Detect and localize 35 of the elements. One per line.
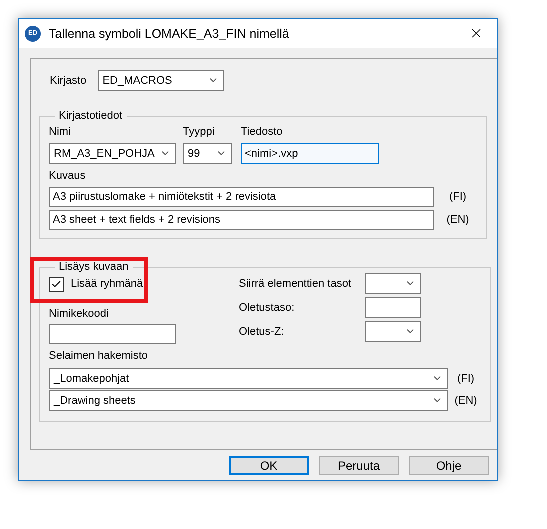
description-field[interactable]: A3 sheet + text fields + 2 revisions (49, 210, 434, 230)
window-title: Tallenna symboli LOMAKE_A3_FIN nimellä (49, 26, 290, 40)
field-label: Selaimen hakemisto (49, 350, 148, 362)
directory-dropdown[interactable]: _Drawing sheets (49, 390, 448, 411)
language-label: (FI) (456, 372, 476, 384)
setting-dropdown[interactable] (365, 321, 421, 342)
field-label: Nimikekoodi (49, 308, 109, 320)
field-label: Kirjasto (50, 74, 87, 86)
name-dropdown[interactable]: RM_A3_EN_POHJA (49, 143, 176, 164)
field-label: Oletus-Z: (239, 326, 286, 338)
dialog-button[interactable]: OK (229, 456, 309, 475)
dialog-button[interactable]: Peruuta (319, 456, 399, 475)
field-label: Tyyppi (183, 126, 216, 138)
group-title: Kirjastotiedot (58, 110, 124, 122)
setting-field[interactable] (365, 297, 421, 318)
setting-dropdown[interactable] (365, 273, 421, 294)
language-label: (EN) (454, 394, 478, 406)
checkbox[interactable] (49, 276, 64, 292)
directory-dropdown[interactable]: _Lomakepohjat (49, 368, 448, 389)
group-title: Lisäys kuvaan (58, 261, 130, 273)
field-label: Siirrä elementtien tasot (239, 278, 352, 290)
description-field[interactable]: A3 piirustuslomake + nimiötekstit + 2 revisiota (49, 187, 434, 207)
language-label: (EN) (446, 214, 470, 226)
field-label: Kuvaus (49, 170, 86, 182)
field-label: Oletustaso: (239, 302, 296, 314)
type-dropdown[interactable]: 99 (183, 143, 232, 164)
dialog-button[interactable]: Ohje (409, 456, 489, 475)
library-dropdown[interactable]: ED_MACROS (98, 70, 224, 91)
check-icon (51, 278, 62, 290)
field-label: Nimi (49, 126, 72, 138)
checkbox-label: Lisää ryhmänä (71, 278, 144, 290)
language-label: (FI) (448, 191, 468, 203)
file-field[interactable]: <nimi>.vxp (241, 143, 379, 164)
field-label: Tiedosto (241, 126, 284, 138)
item-code-field[interactable] (49, 324, 176, 344)
